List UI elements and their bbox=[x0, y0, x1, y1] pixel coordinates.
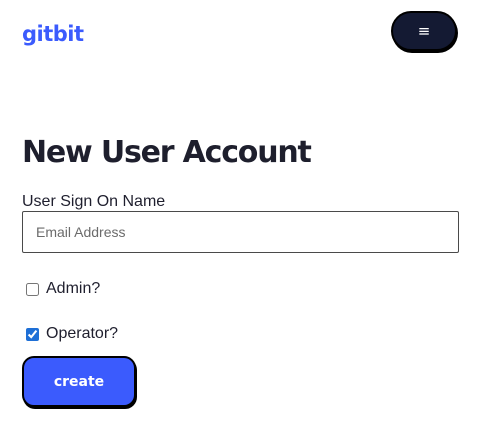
admin-checkbox[interactable] bbox=[26, 282, 39, 296]
hamburger-icon: ≡ bbox=[417, 21, 431, 40]
operator-checkbox-row: Operator? bbox=[26, 324, 118, 344]
admin-checkbox-row: Admin? bbox=[26, 279, 100, 299]
create-button[interactable]: create bbox=[22, 356, 136, 407]
user-sign-on-label: User Sign On Name bbox=[22, 193, 166, 210]
operator-checkbox[interactable] bbox=[26, 327, 39, 341]
email-field[interactable] bbox=[22, 211, 459, 253]
page-title: New User Account bbox=[22, 135, 312, 170]
menu-button[interactable]: ≡ bbox=[391, 11, 457, 51]
admin-checkbox-label[interactable]: Admin? bbox=[46, 279, 100, 299]
operator-checkbox-label[interactable]: Operator? bbox=[46, 324, 118, 344]
gitbit-logo[interactable]: gitbit bbox=[22, 20, 84, 48]
